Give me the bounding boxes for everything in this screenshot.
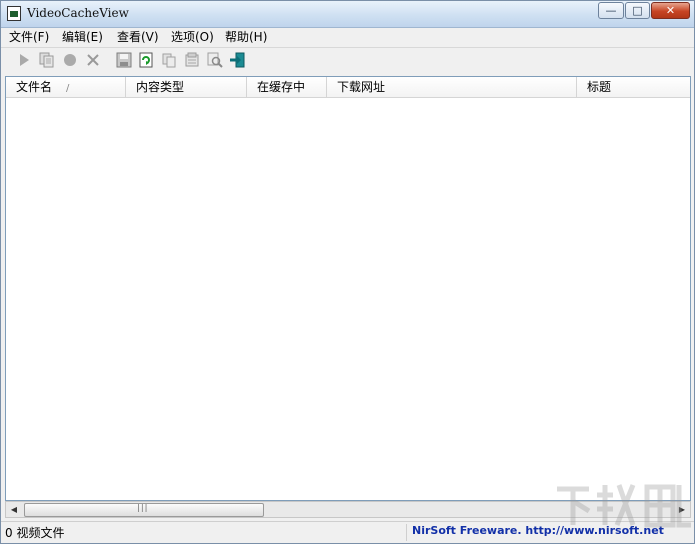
properties-button[interactable]: [183, 51, 201, 69]
maximize-icon: □: [632, 4, 643, 17]
column-in-cache[interactable]: 在缓存中: [247, 77, 327, 97]
status-divider: [406, 524, 407, 541]
column-filename[interactable]: 文件名 /: [6, 77, 126, 97]
record-button[interactable]: [61, 51, 79, 69]
column-content-type[interactable]: 内容类型: [126, 77, 247, 97]
copy-files-icon: [39, 52, 54, 68]
app-window: VideoCacheView — □ ✕ 文件(F) 编辑(E) 查看(V) 选…: [0, 0, 695, 544]
column-download-url-label: 下载网址: [337, 80, 386, 94]
find-icon: [207, 52, 223, 68]
status-count: 0 视频文件: [5, 526, 65, 540]
menu-help[interactable]: 帮助(H): [223, 29, 269, 46]
video-list[interactable]: 文件名 / 内容类型 在缓存中 下载网址 标题: [5, 76, 691, 501]
scroll-left-button[interactable]: ◀: [6, 502, 22, 517]
column-in-cache-label: 在缓存中: [257, 80, 306, 94]
refresh-button[interactable]: [137, 51, 155, 69]
window-controls: — □ ✕: [598, 2, 690, 20]
exit-button[interactable]: [229, 51, 247, 69]
sort-indicator-icon: /: [66, 83, 70, 94]
refresh-icon: [139, 52, 153, 68]
scroll-thumb[interactable]: |||: [24, 503, 264, 517]
copy-icon: [162, 53, 176, 68]
delete-icon: [87, 54, 99, 66]
column-title[interactable]: 标题: [577, 77, 690, 97]
copy-button[interactable]: [160, 51, 178, 69]
menu-view[interactable]: 查看(V): [115, 29, 161, 46]
window-title: VideoCacheView: [27, 6, 129, 20]
toolbar: [1, 48, 694, 74]
grip-icon: |||: [136, 503, 148, 512]
title-bar[interactable]: VideoCacheView — □ ✕: [1, 1, 694, 28]
save-icon: [116, 52, 132, 68]
minimize-button[interactable]: —: [598, 2, 624, 19]
record-icon: [64, 54, 76, 66]
column-title-label: 标题: [587, 80, 612, 94]
save-button[interactable]: [115, 51, 133, 69]
copy-files-button[interactable]: [38, 51, 56, 69]
column-headers: 文件名 / 内容类型 在缓存中 下载网址 标题: [6, 77, 690, 98]
minimize-icon: —: [605, 4, 617, 17]
column-content-type-label: 内容类型: [136, 80, 185, 94]
close-button[interactable]: ✕: [651, 2, 690, 19]
menu-file[interactable]: 文件(F): [7, 29, 51, 46]
find-button[interactable]: [206, 51, 224, 69]
play-button[interactable]: [15, 51, 33, 69]
play-icon: [20, 54, 29, 66]
menu-bar: 文件(F) 编辑(E) 查看(V) 选项(O) 帮助(H): [1, 28, 694, 48]
exit-icon: [230, 52, 245, 68]
column-download-url[interactable]: 下载网址: [327, 77, 577, 97]
app-icon[interactable]: [7, 6, 21, 21]
scroll-left-icon: ◀: [10, 505, 18, 514]
maximize-button[interactable]: □: [625, 2, 650, 19]
column-filename-label: 文件名: [16, 80, 53, 94]
watermark-logo: [557, 484, 691, 528]
properties-icon: [185, 52, 199, 67]
menu-edit[interactable]: 编辑(E): [60, 29, 105, 46]
close-icon: ✕: [665, 4, 676, 17]
menu-options[interactable]: 选项(O): [169, 29, 216, 46]
delete-button[interactable]: [84, 51, 102, 69]
